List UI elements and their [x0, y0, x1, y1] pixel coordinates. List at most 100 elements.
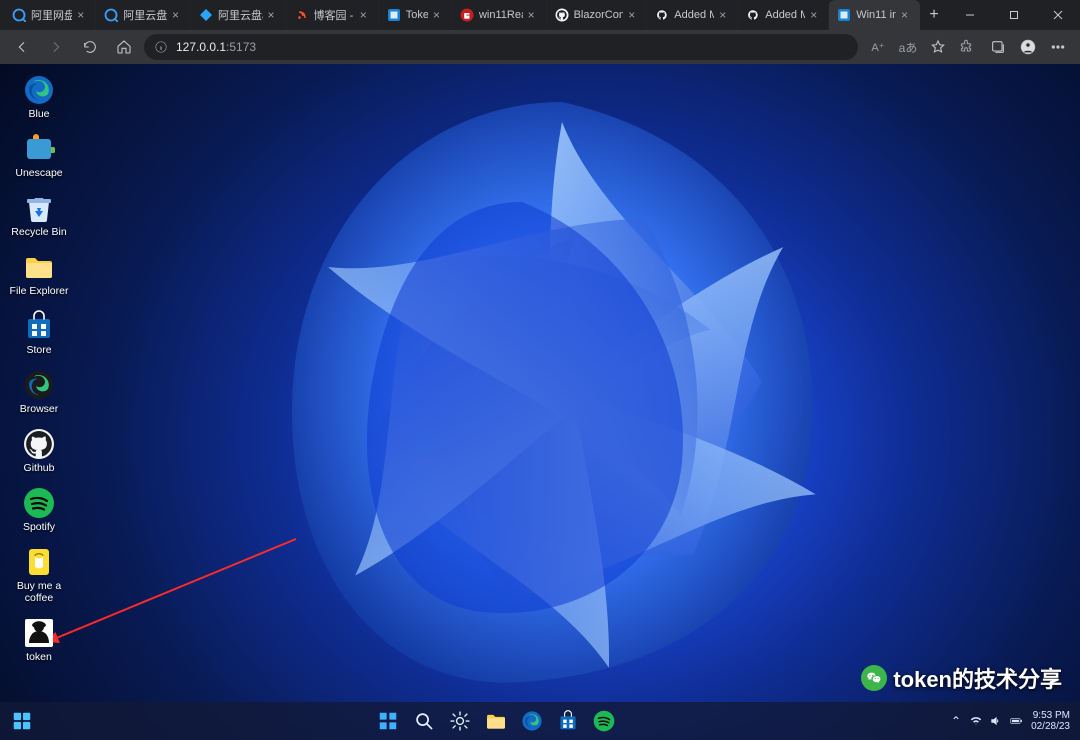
- recycle-icon: [22, 191, 56, 225]
- desktop-icon-github[interactable]: Github: [6, 424, 72, 477]
- more-button[interactable]: [1044, 33, 1072, 61]
- tab-2[interactable]: 阿里云盘api官方 ×: [191, 0, 287, 30]
- desktop-icon-label: Blue: [28, 108, 49, 120]
- tab-favicon: [555, 8, 569, 22]
- minimize-button[interactable]: [948, 0, 992, 30]
- folder-icon: [485, 710, 507, 732]
- tray-icons[interactable]: [969, 714, 1023, 728]
- tab-close-icon[interactable]: ×: [172, 9, 184, 21]
- coffee-icon: [22, 545, 56, 579]
- profile-button[interactable]: [1014, 33, 1042, 61]
- address-bar[interactable]: 127.0.0.1:5173: [144, 34, 858, 60]
- tab-4[interactable]: Token OS ×: [379, 0, 452, 30]
- tab-0[interactable]: 阿里网盘 - 必应 ×: [4, 0, 96, 30]
- desktop-icon-label: token: [26, 651, 52, 663]
- addr-host: 127.0.0.1: [176, 40, 226, 54]
- tab-3[interactable]: 博客园 - 开发者 ×: [287, 0, 379, 30]
- win11-desktop[interactable]: Blue Unescape Recycle Bin File Explorer …: [0, 64, 1080, 740]
- extensions-button[interactable]: [954, 33, 982, 61]
- tab-favicon: [12, 8, 26, 22]
- translate-button[interactable]: aあ: [894, 33, 922, 61]
- taskbar-edge-button[interactable]: [518, 707, 546, 735]
- close-button[interactable]: [1036, 0, 1080, 30]
- tab-1[interactable]: 阿里云盘api - 搜 ×: [96, 0, 191, 30]
- home-button[interactable]: [110, 33, 138, 61]
- tab-close-icon[interactable]: ×: [901, 9, 913, 21]
- tab-favicon: [104, 8, 118, 22]
- tab-close-icon[interactable]: ×: [433, 9, 445, 21]
- folder-icon: [22, 250, 56, 284]
- addr-port: :5173: [226, 40, 256, 54]
- desktop-icon-blue[interactable]: Blue: [6, 70, 72, 123]
- back-button[interactable]: [8, 33, 36, 61]
- taskbar-spotify-button[interactable]: [590, 707, 618, 735]
- taskbar-store-button[interactable]: [554, 707, 582, 735]
- maximize-button[interactable]: [992, 0, 1036, 30]
- desktop-icon-label: Unescape: [15, 167, 62, 179]
- widgets-button[interactable]: [8, 707, 36, 735]
- tab-close-icon[interactable]: ×: [360, 9, 372, 21]
- tab-close-icon[interactable]: ×: [810, 9, 822, 21]
- desktop-icon-label: Recycle Bin: [11, 226, 66, 238]
- tabstrip: 阿里网盘 - 必应 × 阿里云盘api - 搜 × 阿里云盘api官方 × 博客…: [0, 0, 920, 30]
- tab-close-icon[interactable]: ×: [268, 9, 280, 21]
- tab-5[interactable]: win11React: win ×: [452, 0, 547, 30]
- desktop-icon-store[interactable]: Store: [6, 306, 72, 359]
- tray-chevron[interactable]: ⌃: [951, 714, 961, 728]
- edge-dark-icon: [22, 368, 56, 402]
- settings-icon: [449, 710, 471, 732]
- new-tab-button[interactable]: +: [920, 0, 948, 30]
- desktop-icon-label: Spotify: [23, 521, 55, 533]
- tab-close-icon[interactable]: ×: [719, 9, 731, 21]
- wallpaper-bloom: [242, 82, 882, 722]
- tab-6[interactable]: BlazorComponent ×: [547, 0, 648, 30]
- browser-titlebar: 阿里网盘 - 必应 × 阿里云盘api - 搜 × 阿里云盘api官方 × 博客…: [0, 0, 1080, 30]
- tab-close-icon[interactable]: ×: [528, 9, 540, 21]
- window-controls: [948, 0, 1080, 30]
- github-icon: [22, 427, 56, 461]
- forward-button[interactable]: [42, 33, 70, 61]
- taskbar-start-button[interactable]: [374, 707, 402, 735]
- desktop-icon-grid: Blue Unescape Recycle Bin File Explorer …: [6, 70, 72, 666]
- favorite-button[interactable]: [924, 33, 952, 61]
- desktop-icon-label: Store: [26, 344, 51, 356]
- tab-close-icon[interactable]: ×: [77, 9, 89, 21]
- tab-label: win11React: win: [479, 9, 523, 21]
- tab-favicon: [655, 8, 669, 22]
- tab-favicon: [387, 8, 401, 22]
- taskbar-clock[interactable]: 9:53 PM 02/28/23: [1031, 710, 1070, 732]
- desktop-icon-recycle[interactable]: Recycle Bin: [6, 188, 72, 241]
- tab-8[interactable]: Added Monaco ×: [738, 0, 829, 30]
- wifi-icon: [969, 714, 983, 728]
- edge-icon: [521, 710, 543, 732]
- tab-label: 阿里云盘api - 搜: [123, 7, 167, 23]
- tab-label: Win11 in React: [856, 9, 896, 21]
- desktop-icon-label: Buy me a coffee: [6, 580, 72, 604]
- taskbar-search-button[interactable]: [410, 707, 438, 735]
- tab-label: Token OS: [406, 9, 428, 21]
- watermark: token的技术分享: [861, 662, 1062, 694]
- tab-label: Added Monaco: [765, 9, 805, 21]
- clock-time: 9:53 PM: [1031, 710, 1070, 721]
- tab-close-icon[interactable]: ×: [628, 9, 640, 21]
- tab-label: 阿里云盘api官方: [218, 7, 263, 23]
- battery-icon: [1009, 714, 1023, 728]
- store-icon: [557, 710, 579, 732]
- taskbar-explorer-button[interactable]: [482, 707, 510, 735]
- desktop-icon-browser[interactable]: Browser: [6, 365, 72, 418]
- desktop-icon-explorer[interactable]: File Explorer: [6, 247, 72, 300]
- collections-button[interactable]: [984, 33, 1012, 61]
- tab-7[interactable]: Added Monaco ×: [647, 0, 738, 30]
- read-aloud-button[interactable]: A⁺: [864, 33, 892, 61]
- tab-favicon: [295, 8, 309, 22]
- tab-label: Added Monaco: [674, 9, 714, 21]
- avatar-icon: [22, 616, 56, 650]
- tab-9[interactable]: Win11 in React ×: [829, 0, 920, 30]
- desktop-icon-token[interactable]: token: [6, 613, 72, 666]
- taskbar-settings-button[interactable]: [446, 707, 474, 735]
- refresh-button[interactable]: [76, 33, 104, 61]
- desktop-icon-unescape[interactable]: Unescape: [6, 129, 72, 182]
- tab-label: 阿里网盘 - 必应: [31, 7, 72, 23]
- desktop-icon-spotify[interactable]: Spotify: [6, 483, 72, 536]
- desktop-icon-coffee[interactable]: Buy me a coffee: [6, 542, 72, 607]
